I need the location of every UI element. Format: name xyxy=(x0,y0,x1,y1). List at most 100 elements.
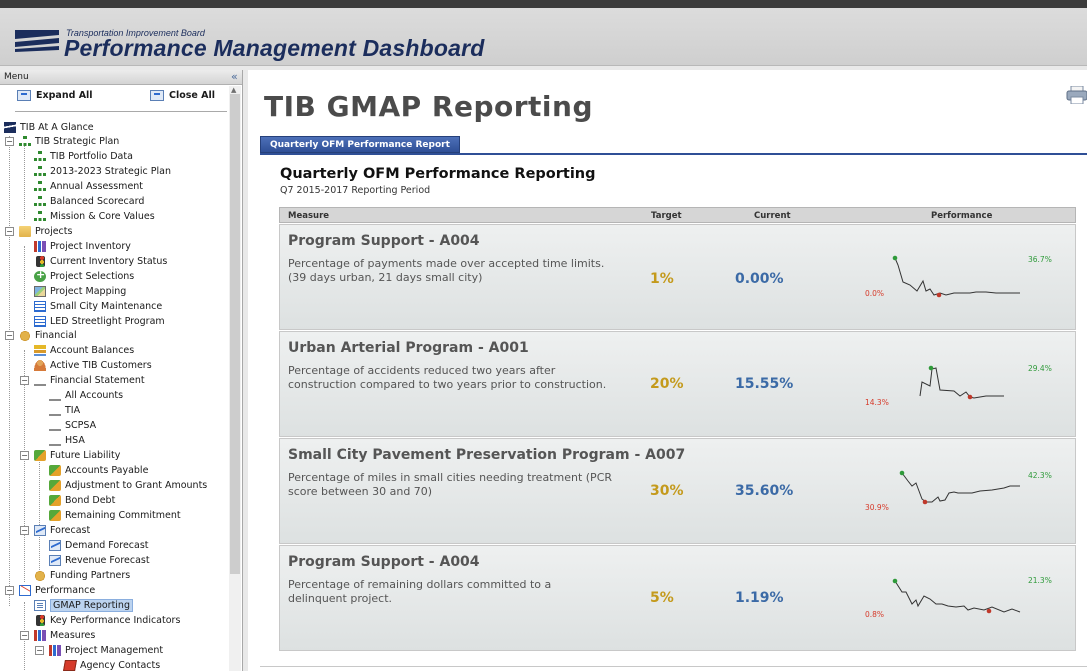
sidebar-item-tib-at-a-glance[interactable]: TIB At A Glance xyxy=(4,120,94,135)
collapse-toggle-icon[interactable]: − xyxy=(20,451,29,460)
sidebar-item-performance[interactable]: Performance xyxy=(19,583,95,598)
money-icon xyxy=(19,330,31,341)
sidebar-item-mission-values[interactable]: Mission & Core Values xyxy=(34,209,155,224)
traffic-light-icon xyxy=(36,256,45,267)
collapse-toggle-icon[interactable]: − xyxy=(35,646,44,655)
sidebar-item-inventory-status[interactable]: Current Inventory Status xyxy=(34,254,167,269)
sidebar-item-grant-adjustment[interactable]: Adjustment to Grant Amounts xyxy=(49,478,207,493)
printer-icon[interactable] xyxy=(1066,86,1087,104)
tree-connector xyxy=(9,136,10,606)
sidebar-item-project-selections[interactable]: Project Selections xyxy=(34,268,134,284)
sidebar-item-measures[interactable]: Measures xyxy=(34,628,95,643)
sidebar-menu: Menu « Expand All Close All ▲ TIB At A G… xyxy=(0,70,243,671)
sidebar-item-scpsa[interactable]: SCPSA xyxy=(49,418,96,433)
sidebar-item-demand-forecast[interactable]: Demand Forecast xyxy=(49,538,149,553)
sidebar-item-project-management[interactable]: Project Management xyxy=(49,643,163,658)
performance-sparkline: 42.3% 30.9% xyxy=(865,470,1052,512)
sidebar-item-annual-assessment[interactable]: Annual Assessment xyxy=(34,179,143,194)
column-header-current[interactable]: Current xyxy=(754,211,791,221)
performance-icon xyxy=(19,585,31,596)
sparkline-min-marker xyxy=(936,292,942,298)
tab-quarterly-ofm-report[interactable]: Quarterly OFM Performance Report xyxy=(260,136,460,153)
liability-icon xyxy=(49,495,61,506)
column-header-measure[interactable]: Measure xyxy=(288,211,329,221)
performance-sparkline: 29.4% 14.3% xyxy=(865,364,1052,407)
sidebar-item-financial-statement[interactable]: Financial Statement xyxy=(34,373,145,388)
collapse-toggle-icon[interactable]: − xyxy=(20,376,29,385)
sidebar-item-account-balances[interactable]: Account Balances xyxy=(34,343,134,358)
sidebar-item-active-customers[interactable]: Active TIB Customers xyxy=(34,358,152,373)
sidebar-item-accounts-payable[interactable]: Accounts Payable xyxy=(49,463,148,478)
app-title: Performance Management Dashboard xyxy=(64,35,485,61)
sidebar-item-projects[interactable]: Projects xyxy=(19,224,72,239)
sidebar-item-financial[interactable]: Financial xyxy=(19,328,77,343)
bank-icon xyxy=(49,420,61,431)
measure-description: Percentage of remaining dollars committe… xyxy=(288,578,552,605)
collapse-toggle-icon[interactable]: − xyxy=(5,331,14,340)
sparkline-max-label: 42.3% xyxy=(1028,471,1052,480)
table-header: Measure Target Current Performance xyxy=(279,207,1076,223)
target-value: 1% xyxy=(650,271,674,287)
expand-icon xyxy=(17,90,31,101)
liability-icon xyxy=(49,510,61,521)
close-all-button[interactable]: Close All xyxy=(150,90,215,101)
collapse-toggle-icon[interactable]: − xyxy=(5,137,14,146)
sidebar-item-all-accounts[interactable]: All Accounts xyxy=(49,388,123,403)
report-period: Q7 2015-2017 Reporting Period xyxy=(280,185,431,196)
table-row[interactable]: Program Support - A004 Percentage of pay… xyxy=(279,224,1076,330)
performance-sparkline: 21.3% 0.8% xyxy=(865,576,1052,619)
sidebar-item-project-inventory[interactable]: Project Inventory xyxy=(34,239,131,254)
tib-logo-icon xyxy=(4,122,16,133)
sidebar-item-balanced-scorecard[interactable]: Balanced Scorecard xyxy=(34,194,144,209)
sparkline-max-marker xyxy=(892,578,898,584)
tab-underline xyxy=(260,153,1087,155)
collapse-toggle-icon[interactable]: − xyxy=(20,526,29,535)
sidebar-item-agency-contacts[interactable]: Agency Contacts xyxy=(63,658,160,671)
collapse-toggle-icon[interactable]: − xyxy=(5,227,14,236)
sidebar-item-portfolio-data[interactable]: TIB Portfolio Data xyxy=(34,149,133,164)
table-row[interactable]: Small City Pavement Preservation Program… xyxy=(279,438,1076,544)
main-content: TIB GMAP Reporting Quarterly OFM Perform… xyxy=(248,70,1087,671)
bank-icon xyxy=(34,375,46,386)
sidebar-item-strategic-plan-2013[interactable]: 2013-2023 Strategic Plan xyxy=(34,164,171,179)
org-chart-icon xyxy=(34,166,46,177)
current-value: 0.00% xyxy=(735,271,784,287)
sidebar-item-funding-partners[interactable]: Funding Partners xyxy=(34,568,130,583)
traffic-light-icon xyxy=(36,615,45,626)
measure-description: Percentage of miles in small cities need… xyxy=(288,471,613,498)
column-header-performance[interactable]: Performance xyxy=(931,211,992,221)
sidebar-item-gmap-reporting[interactable]: GMAP Reporting xyxy=(34,598,133,613)
collapse-sidebar-icon[interactable]: « xyxy=(231,70,238,83)
sidebar-item-revenue-forecast[interactable]: Revenue Forecast xyxy=(49,553,150,568)
sparkline-min-label: 0.0% xyxy=(865,289,884,298)
scroll-up-arrow-icon[interactable]: ▲ xyxy=(231,86,236,94)
close-all-label: Close All xyxy=(169,90,216,101)
liability-icon xyxy=(34,450,46,461)
app-header: Transportation Improvement Board Perform… xyxy=(0,8,1087,66)
sidebar-item-forecast[interactable]: Forecast xyxy=(34,523,90,538)
bar-chart-icon xyxy=(49,645,61,656)
sidebar-item-hsa[interactable]: HSA xyxy=(49,433,85,448)
bar-chart-icon xyxy=(34,241,46,252)
line-chart-icon xyxy=(49,540,61,551)
sparkline-max-marker xyxy=(928,365,934,371)
collapse-toggle-icon[interactable]: − xyxy=(20,631,29,640)
column-header-target[interactable]: Target xyxy=(651,211,682,221)
sidebar-item-project-mapping[interactable]: Project Mapping xyxy=(34,284,126,299)
sidebar-item-tia[interactable]: TIA xyxy=(49,403,80,418)
sidebar-item-kpi[interactable]: Key Performance Indicators xyxy=(34,613,180,628)
table-row[interactable]: Program Support - A004 Percentage of rem… xyxy=(279,545,1076,651)
table-row[interactable]: Urban Arterial Program - A001 Percentage… xyxy=(279,331,1076,437)
sidebar-item-strategic-plan[interactable]: TIB Strategic Plan xyxy=(19,134,119,149)
expand-all-button[interactable]: Expand All xyxy=(17,90,93,101)
menu-header: Menu « xyxy=(0,70,242,85)
sidebar-scrollbar-thumb[interactable] xyxy=(230,94,240,574)
sidebar-item-bond-debt[interactable]: Bond Debt xyxy=(49,493,115,508)
sidebar-item-led-streetlight[interactable]: LED Streetlight Program xyxy=(34,314,165,329)
sidebar-item-future-liability[interactable]: Future Liability xyxy=(34,448,120,463)
table-icon xyxy=(34,301,46,312)
collapse-toggle-icon[interactable]: − xyxy=(5,586,14,595)
sidebar-item-small-city-maintenance[interactable]: Small City Maintenance xyxy=(34,299,162,314)
measure-title: Program Support - A004 xyxy=(288,233,480,249)
sidebar-item-remaining-commitment[interactable]: Remaining Commitment xyxy=(49,508,181,523)
